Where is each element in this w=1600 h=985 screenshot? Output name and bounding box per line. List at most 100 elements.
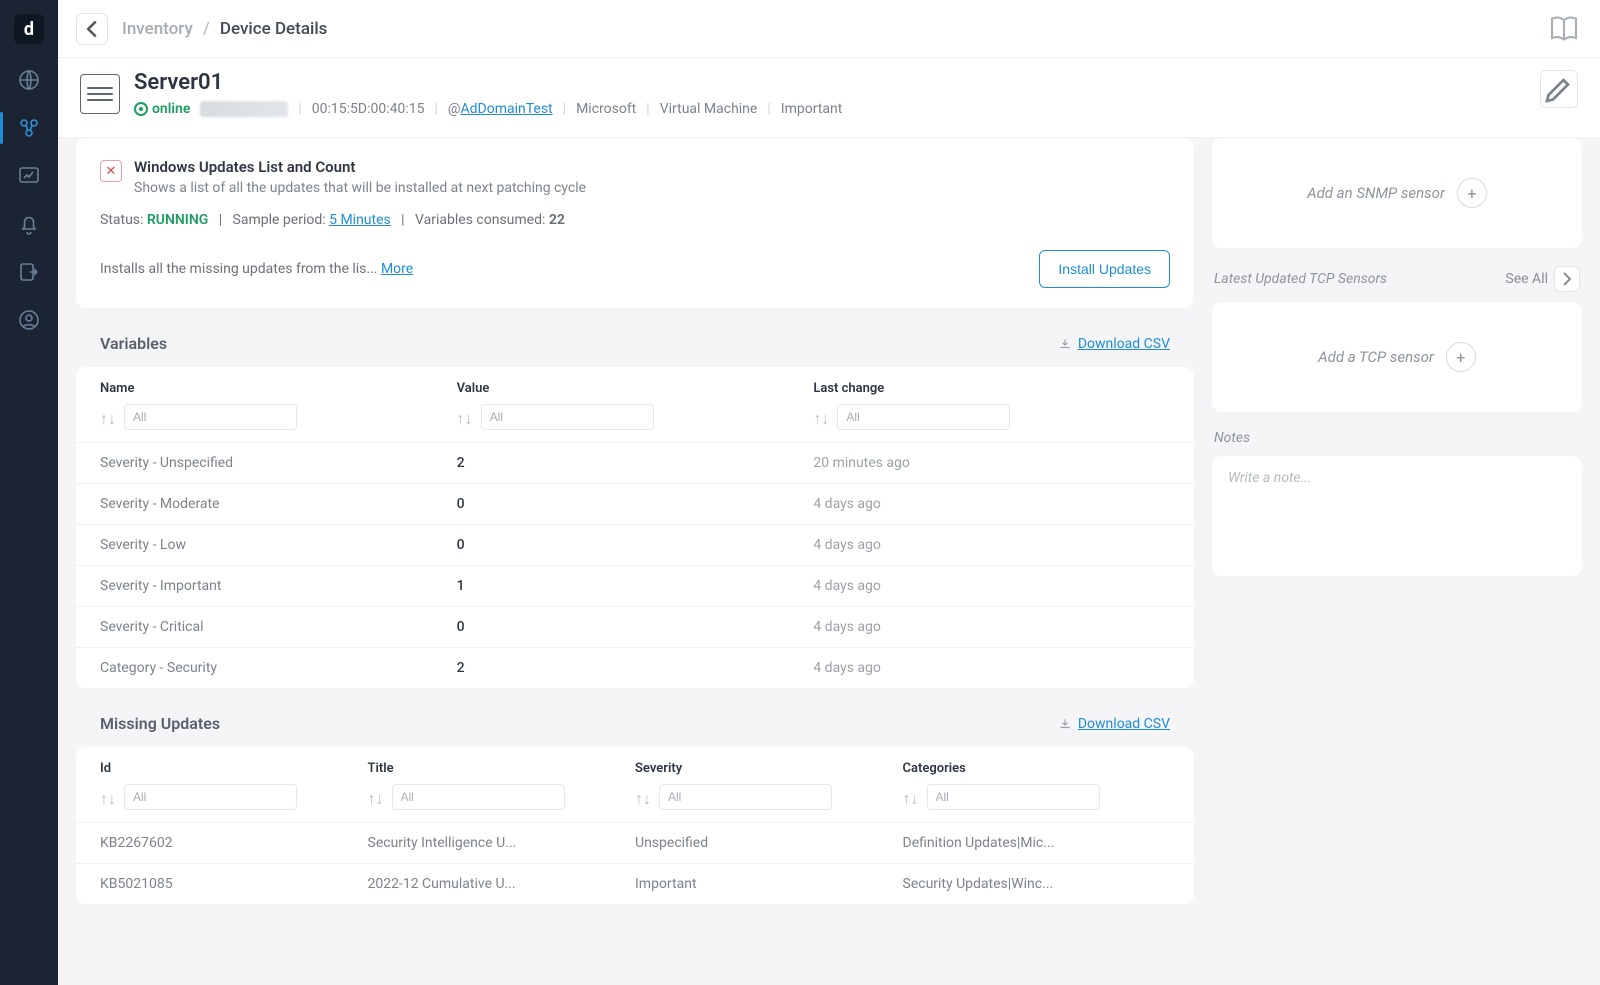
cell-value: 2 [457, 455, 814, 471]
nav-export-icon[interactable] [17, 260, 41, 284]
updates-card: ✕ Windows Updates List and Count Shows a… [76, 138, 1194, 308]
col-id: Id [100, 761, 368, 776]
cell-name: Severity - Important [100, 578, 457, 594]
col-name: Name [100, 381, 457, 396]
col-severity: Severity [635, 761, 903, 776]
chevron-right-icon [1554, 266, 1580, 292]
cell-value: 0 [457, 537, 814, 553]
install-updates-button[interactable]: Install Updates [1039, 250, 1170, 288]
cell-last-change: 4 days ago [813, 537, 1170, 553]
breadcrumb: Inventory / Device Details [122, 19, 327, 39]
variables-title: Variables [100, 334, 167, 353]
filter-value-input[interactable] [481, 404, 654, 430]
cell-id: KB5021085 [100, 876, 368, 892]
cell-categories: Definition Updates|Mic... [903, 835, 1171, 851]
more-link[interactable]: More [381, 261, 413, 277]
table-row: Severity - Important14 days ago [76, 565, 1194, 606]
sort-icon[interactable]: ↑↓ [100, 409, 116, 425]
device-type: Virtual Machine [660, 101, 758, 117]
cell-last-change: 4 days ago [813, 496, 1170, 512]
left-sidebar: d [0, 0, 58, 985]
table-row: KB2267602Security Intelligence U...Unspe… [76, 822, 1194, 863]
device-mac: 00:15:5D:00:40:15 [312, 101, 425, 117]
cell-severity: Important [635, 876, 903, 892]
device-header: Server01 online | 00:15:5D:00:40:15 | @A… [58, 58, 1600, 138]
nav-globe-icon[interactable] [17, 68, 41, 92]
filter-name-input[interactable] [124, 404, 297, 430]
missing-download-link[interactable]: Download CSV [1058, 716, 1170, 732]
updates-status-row: Status: RUNNING | Sample period: 5 Minut… [100, 212, 1170, 228]
close-icon[interactable]: ✕ [100, 160, 122, 182]
sort-icon[interactable]: ↑↓ [457, 409, 473, 425]
updates-title: Windows Updates List and Count [134, 158, 586, 176]
filter-id-input[interactable] [124, 784, 297, 810]
cell-name: Severity - Low [100, 537, 457, 553]
sort-icon[interactable]: ↑↓ [635, 789, 651, 805]
missing-table: Id Title Severity Categories ↑↓ ↑↓ ↑↓ ↑↓… [76, 747, 1194, 904]
docs-icon[interactable] [1546, 11, 1582, 47]
tcp-add-card: Add a TCP sensor + [1212, 302, 1582, 412]
status-online: online [134, 101, 190, 117]
table-row: Category - Security24 days ago [76, 647, 1194, 688]
back-button[interactable] [76, 13, 108, 45]
install-desc: Installs all the missing updates from th… [100, 261, 413, 277]
sort-icon[interactable]: ↑↓ [903, 789, 919, 805]
filter-last-input[interactable] [837, 404, 1010, 430]
cell-id: KB2267602 [100, 835, 368, 851]
cell-value: 0 [457, 619, 814, 635]
app-logo[interactable]: d [14, 14, 44, 44]
sort-icon[interactable]: ↑↓ [368, 789, 384, 805]
add-tcp-button[interactable]: + [1446, 342, 1476, 372]
missing-title: Missing Updates [100, 714, 220, 733]
filter-title-input[interactable] [392, 784, 565, 810]
breadcrumb-current: Device Details [220, 19, 328, 39]
cell-last-change: 4 days ago [813, 660, 1170, 676]
edit-button[interactable] [1540, 70, 1578, 108]
variables-download-link[interactable]: Download CSV [1058, 336, 1170, 352]
cell-title: 2022-12 Cumulative U... [368, 876, 636, 892]
cell-value: 1 [457, 578, 814, 594]
notes-header: Notes [1212, 430, 1582, 446]
updates-desc: Shows a list of all the updates that wil… [134, 180, 586, 196]
cell-last-change: 4 days ago [813, 619, 1170, 635]
nav-user-icon[interactable] [17, 308, 41, 332]
sort-icon[interactable]: ↑↓ [813, 409, 829, 425]
sample-period-link[interactable]: 5 Minutes [329, 212, 391, 228]
variables-section: Variables Download CSV Name Value Last c… [76, 334, 1194, 688]
table-row: KB50210852022-12 Cumulative U...Importan… [76, 863, 1194, 904]
see-all-link[interactable]: See All [1505, 266, 1580, 292]
redacted-ip [200, 101, 288, 117]
domain-link[interactable]: AdDomainTest [461, 101, 553, 117]
add-snmp-button[interactable]: + [1457, 178, 1487, 208]
cell-name: Category - Security [100, 660, 457, 676]
cell-name: Severity - Unspecified [100, 455, 457, 471]
breadcrumb-parent[interactable]: Inventory [122, 19, 193, 39]
nav-inventory-icon[interactable] [17, 116, 41, 140]
notes-input[interactable] [1228, 470, 1566, 562]
device-vendor: Microsoft [576, 101, 636, 117]
nav-dashboard-icon[interactable] [17, 164, 41, 188]
missing-updates-section: Missing Updates Download CSV Id Title Se… [76, 714, 1194, 904]
cell-severity: Unspecified [635, 835, 903, 851]
device-name: Server01 [134, 70, 842, 95]
table-row: Severity - Moderate04 days ago [76, 483, 1194, 524]
col-value: Value [457, 381, 814, 396]
cell-name: Severity - Moderate [100, 496, 457, 512]
cell-last-change: 20 minutes ago [813, 455, 1170, 471]
col-last-change: Last change [813, 381, 1170, 396]
table-row: Severity - Unspecified220 minutes ago [76, 442, 1194, 483]
server-icon [80, 74, 120, 114]
download-icon [1058, 337, 1072, 351]
variables-table: Name Value Last change ↑↓ ↑↓ ↑↓ Severity… [76, 367, 1194, 688]
snmp-add-label: Add an SNMP sensor [1307, 184, 1445, 202]
breadcrumb-sep: / [203, 19, 210, 39]
filter-categories-input[interactable] [927, 784, 1100, 810]
device-domain-at: @AdDomainTest [448, 101, 553, 117]
topbar: Inventory / Device Details [58, 0, 1600, 58]
nav-bell-icon[interactable] [17, 212, 41, 236]
cell-name: Severity - Critical [100, 619, 457, 635]
sort-icon[interactable]: ↑↓ [100, 789, 116, 805]
table-row: Severity - Low04 days ago [76, 524, 1194, 565]
download-icon [1058, 717, 1072, 731]
filter-severity-input[interactable] [659, 784, 832, 810]
